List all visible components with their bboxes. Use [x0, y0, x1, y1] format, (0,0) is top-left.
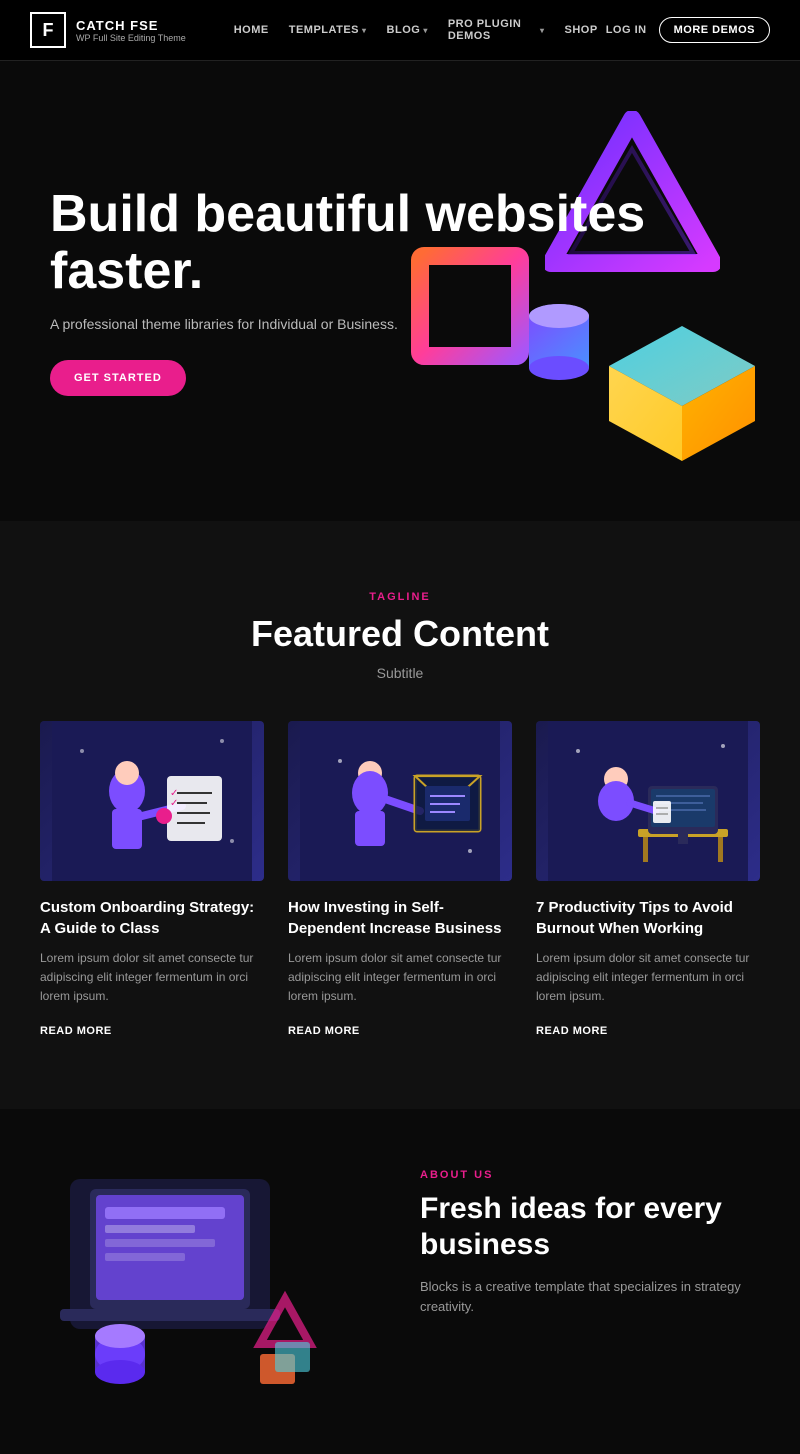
nav-shop[interactable]: SHOP — [557, 18, 606, 42]
brand-text: CATCH FSE WP Full Site Editing Theme — [76, 18, 186, 43]
about-tagline: ABOUT US — [420, 1169, 760, 1181]
card-1-read-more[interactable]: READ MORE — [40, 1025, 112, 1037]
featured-title: Featured Content — [40, 613, 760, 655]
card-1-image: ✓ ✓ — [40, 721, 264, 881]
nav-home[interactable]: HOME — [226, 18, 277, 42]
nav-actions: LOG IN MORE DEMOS — [606, 17, 770, 43]
card-2-image — [288, 721, 512, 881]
card-3-text: Lorem ipsum dolor sit amet consecte tur … — [536, 949, 760, 1007]
navbar: F CATCH FSE WP Full Site Editing Theme H… — [0, 0, 800, 61]
card-2-read-more[interactable]: READ MORE — [288, 1025, 360, 1037]
card-2-text: Lorem ipsum dolor sit amet consecte tur … — [288, 949, 512, 1007]
about-title: Fresh ideas for every business — [420, 1191, 760, 1263]
cards-grid: ✓ ✓ Custom Onboarding Strategy: A Guide … — [40, 721, 760, 1039]
card-2-title: How Investing in Self-Dependent Increase… — [288, 897, 512, 939]
brand-subtitle: WP Full Site Editing Theme — [76, 33, 186, 43]
about-illustration-container — [40, 1169, 380, 1394]
about-text-container: ABOUT US Fresh ideas for every business … — [420, 1169, 760, 1319]
nav-blog[interactable]: BLOG ▾ — [379, 18, 436, 42]
hero-title: Build beautiful websites faster. — [50, 186, 750, 300]
brand: F CATCH FSE WP Full Site Editing Theme — [30, 12, 186, 48]
card-3-read-more[interactable]: READ MORE — [536, 1025, 608, 1037]
hero-section: Build beautiful websites faster. A profe… — [0, 61, 800, 521]
card-3-title: 7 Productivity Tips to Avoid Burnout Whe… — [536, 897, 760, 939]
get-started-button[interactable]: GET STARTED — [50, 360, 186, 396]
card-3: 7 Productivity Tips to Avoid Burnout Whe… — [536, 721, 760, 1039]
nav-pro-plugin[interactable]: PRO PLUGIN DEMOS ▾ — [440, 12, 553, 48]
about-illustration — [40, 1169, 340, 1389]
more-demos-button[interactable]: MORE DEMOS — [659, 17, 770, 43]
brand-title: CATCH FSE — [76, 18, 186, 33]
about-text: Blocks is a creative template that speci… — [420, 1277, 760, 1319]
chevron-down-icon: ▾ — [423, 26, 428, 35]
card-1: ✓ ✓ Custom Onboarding Strategy: A Guide … — [40, 721, 264, 1039]
featured-tagline: TAGLINE — [40, 591, 760, 603]
featured-section: TAGLINE Featured Content Subtitle — [0, 521, 800, 1109]
login-button[interactable]: LOG IN — [606, 24, 647, 36]
card-2: How Investing in Self-Dependent Increase… — [288, 721, 512, 1039]
main-nav: HOME TEMPLATES ▾ BLOG ▾ PRO PLUGIN DEMOS… — [226, 12, 606, 48]
chevron-down-icon: ▾ — [362, 26, 367, 35]
card-1-title: Custom Onboarding Strategy: A Guide to C… — [40, 897, 264, 939]
featured-subtitle: Subtitle — [40, 665, 760, 681]
svg-text:✓: ✓ — [170, 798, 178, 809]
card-1-text: Lorem ipsum dolor sit amet consecte tur … — [40, 949, 264, 1007]
card-3-image — [536, 721, 760, 881]
nav-templates[interactable]: TEMPLATES ▾ — [281, 18, 375, 42]
brand-icon: F — [30, 12, 66, 48]
hero-content: Build beautiful websites faster. A profe… — [50, 186, 750, 396]
hero-subtitle: A professional theme libraries for Indiv… — [50, 316, 750, 332]
about-section: ABOUT US Fresh ideas for every business … — [0, 1109, 800, 1454]
chevron-down-icon: ▾ — [540, 26, 545, 35]
